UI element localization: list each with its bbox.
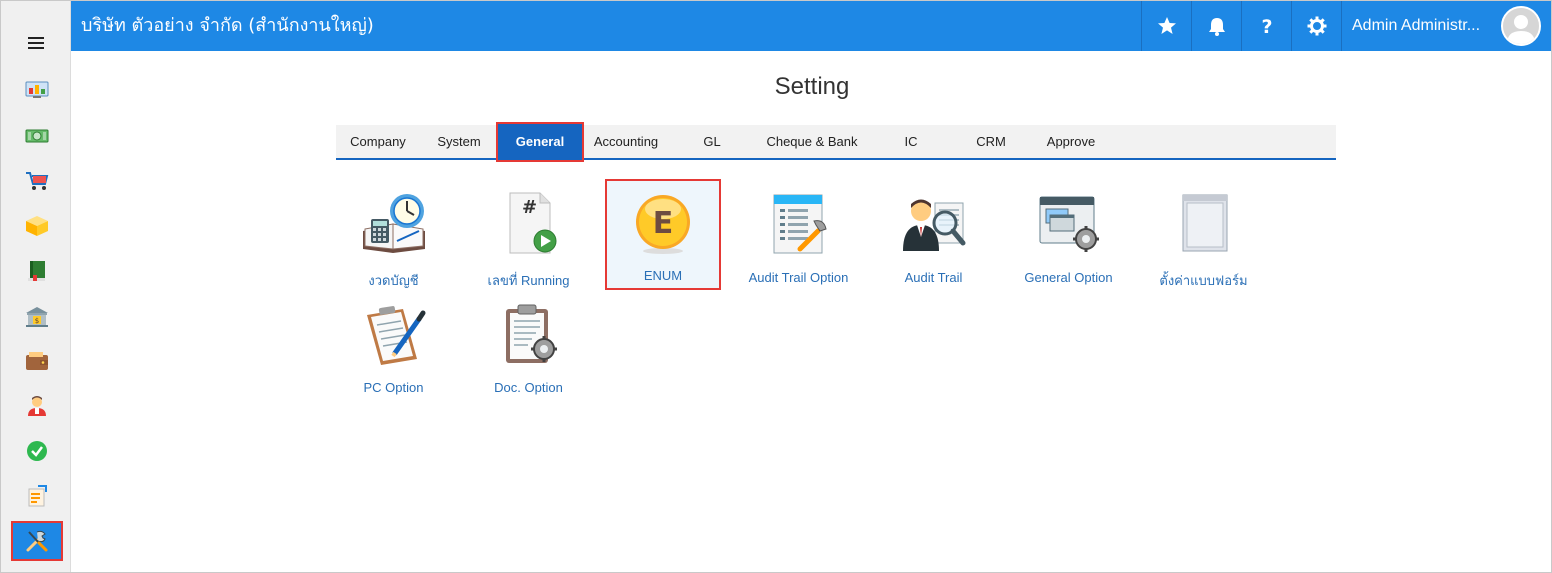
dashboard-icon [25,81,49,98]
tile-doc-option[interactable]: Doc. Option [471,291,586,401]
svg-text:$: $ [35,317,39,325]
tile-pc-option[interactable]: PC Option [336,291,451,401]
svg-text:#: # [522,197,537,218]
user-menu[interactable]: Admin Administr... [1341,1,1551,51]
tile-label: เลขที่ Running [487,273,570,288]
tab-accounting[interactable]: Accounting [586,125,666,158]
favorites-button[interactable] [1141,1,1191,51]
help-button[interactable]: ? [1241,1,1291,51]
sidebar: $ [1,1,71,572]
avatar [1501,6,1541,46]
person-icon [28,396,46,416]
tab-company[interactable]: Company [336,125,420,158]
tools-icon [26,530,48,552]
settings-button[interactable] [1291,1,1341,51]
tile-label: PC Option [363,380,424,395]
tile-label: Doc. Option [494,380,563,395]
tab-approve[interactable]: Approve [1036,125,1106,158]
tile-form-setting[interactable]: ตั้งค่าแบบฟอร์ม [1146,181,1261,291]
wallet-icon [26,352,48,370]
sidebar-item-approve[interactable] [11,431,63,471]
sidebar-item-dashboard[interactable] [11,70,63,110]
sidebar-item-finance[interactable] [11,116,63,156]
audit-trail-icon [902,199,965,251]
general-option-icon [1039,196,1099,252]
sidebar-item-bank[interactable]: $ [11,297,63,337]
money-icon [25,129,49,143]
settings-tab-bar: Company System General Accounting GL Che… [336,122,1336,162]
tile-label: งวดบัญชี [368,273,419,288]
tab-ic[interactable]: IC [892,125,930,158]
sidebar-item-settings[interactable] [11,521,63,561]
app-window: $ บริษัท ตัวอย่าง จำกัด (สำนักงานใหญ่) ? [0,0,1552,573]
tab-cheque-bank[interactable]: Cheque & Bank [756,125,868,158]
tile-audit-trail[interactable]: Audit Trail [876,181,991,291]
enum-icon: E [636,195,690,254]
hamburger-icon [28,37,44,49]
top-bar: บริษัท ตัวอย่าง จำกัด (สำนักงานใหญ่) ? A… [71,1,1551,51]
gear-icon [1307,16,1326,36]
sidebar-item-purchase[interactable] [11,161,63,201]
tile-audit-trail-option[interactable]: Audit Trail Option [741,181,856,291]
sidebar-item-report[interactable] [11,476,63,516]
page-title: Setting [774,73,850,100]
tile-label: ตั้งค่าแบบฟอร์ม [1159,273,1248,288]
tile-general-option[interactable]: General Option [1011,181,1126,291]
help-icon: ? [1261,16,1272,36]
tile-accounting-period[interactable]: งวดบัญชี [336,181,451,291]
user-name: Admin Administr... [1352,17,1481,34]
tile-label: General Option [1024,270,1113,285]
sidebar-item-wallet[interactable] [11,341,63,381]
tab-system[interactable]: System [424,125,494,158]
check-icon [27,441,47,461]
tab-crm[interactable]: CRM [966,125,1016,158]
pc-option-icon [366,306,425,365]
tab-gl[interactable]: GL [692,125,732,158]
doc-option-icon [505,304,557,363]
cart-icon [26,172,49,190]
tab-general[interactable]: General [496,122,584,162]
tile-running-number[interactable]: # เลขที่ Running [471,181,586,291]
tile-label: Audit Trail Option [748,270,849,285]
svg-text:E: E [653,206,674,241]
sidebar-item-ledger[interactable] [11,251,63,291]
tile-label: Audit Trail [904,270,963,285]
box-icon [26,216,48,236]
notifications-button[interactable] [1191,1,1241,51]
tile-enum[interactable]: E ENUM [605,179,721,290]
report-icon [28,485,47,507]
star-icon [1157,17,1176,34]
form-setting-icon [1182,194,1227,252]
book-icon [28,261,45,281]
bank-icon: $ [26,307,48,327]
svg-text:?: ? [1261,16,1272,36]
company-name: บริษัท ตัวอย่าง จำกัด (สำนักงานใหญ่) [81,15,374,36]
audit-option-icon [773,194,827,254]
tile-label: ENUM [643,268,683,283]
running-number-icon: # [509,192,556,254]
menu-toggle-button[interactable] [1,21,71,65]
sidebar-item-inventory[interactable] [11,206,63,246]
bell-icon [1208,18,1225,36]
sidebar-item-crm[interactable] [11,386,63,426]
calendar-clock-icon [362,194,425,253]
